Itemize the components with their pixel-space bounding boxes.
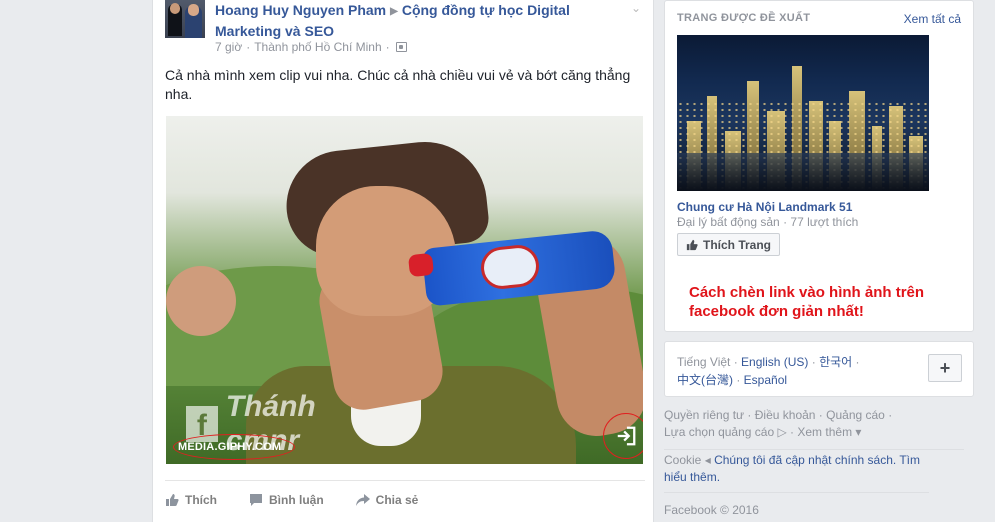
footer-links: Quyền riêng tư · Điều khoản · Quảng cáo … [664,407,964,450]
suggested-page-subtitle: Đại lý bất động sản · 77 lượt thích [677,215,859,229]
share-button[interactable]: Chia sẻ [355,488,418,512]
feed-post: Hoang Huy Nguyen Pham ▶ Cộng đồng tự học D… [152,0,654,522]
comment-button[interactable]: Bình luận [249,488,324,512]
language-list: Tiếng Việt · English (US) · 한국어 · 中文(台灣)… [677,355,860,387]
cookie-notice: Cookie ◂ Chúng tôi đã cập nhật chính sác… [664,452,929,493]
open-link-button[interactable] [603,413,643,459]
post-options-chevron-icon[interactable]: ⌄ [631,1,641,15]
language-current: Tiếng Việt [677,355,731,369]
language-korean[interactable]: 한국어 [819,355,852,369]
language-spanish[interactable]: Español [744,373,787,387]
thumbs-up-icon [166,494,179,506]
suggested-heading: TRANG ĐƯỢC ĐỀ XUẤT [677,12,811,24]
audience-icon[interactable] [395,42,407,52]
annotation-text: Cách chèn link vào hình ảnh trên faceboo… [689,284,925,320]
post-actions: Thích Bình luận Chia sẻ [165,480,645,512]
thumbs-up-icon [686,239,698,250]
author-avatar[interactable] [165,0,205,38]
ad-choices-link[interactable]: Lựa chọn quảng cáo [664,425,774,439]
suggested-page-name[interactable]: Chung cư Hà Nội Landmark 51 [677,200,852,214]
see-all-link[interactable]: Xem tất cả [904,12,961,26]
open-link-icon [617,426,636,446]
copyright: Facebook © 2016 [664,503,759,517]
gif-source-label[interactable]: MEDIA.GIPHY.COM [178,441,281,453]
suggested-pages-card: TRANG ĐƯỢC ĐỀ XUẤT Xem tất cả Chung cư H… [664,0,974,332]
caret-down-icon: ▾ [855,425,862,439]
privacy-link[interactable]: Quyền riêng tư [664,408,744,422]
post-meta: 7 giờ · Thành phố Hồ Chí Minh · [215,40,407,54]
terms-link[interactable]: Điều khoản [755,408,816,422]
language-card: Tiếng Việt · English (US) · 한국어 · 中文(台灣)… [664,341,974,397]
comment-icon [250,494,262,506]
hand-shape [166,266,236,336]
language-english[interactable]: English (US) [741,355,808,369]
more-languages-button[interactable]: + [928,354,962,382]
post-gif[interactable]: f Thánh cmnr MEDIA.GIPHY.COM [166,116,643,464]
cookie-link[interactable]: Cookie [664,453,701,467]
like-page-button[interactable]: Thích Trang [677,233,781,256]
like-button[interactable]: Thích [165,488,217,512]
language-chinese[interactable]: 中文(台灣) [677,373,733,387]
triangle-right-icon: ▶ [390,6,398,17]
cookie-notice-text: Chúng tôi đã cập nhật chính sách. [714,453,897,467]
author-name[interactable]: Hoang Huy Nguyen Pham [215,2,386,18]
suggested-page-image[interactable] [677,35,929,191]
share-arrow-icon [355,494,370,506]
triangle-left-icon: ◂ [704,453,711,467]
post-text: Cả nhà mình xem clip vui nha. Chúc cả nh… [165,67,631,102]
ads-link[interactable]: Quảng cáo [826,408,885,422]
more-link[interactable]: Xem thêm [797,425,852,439]
post-header: Hoang Huy Nguyen Pham ▶ Cộng đồng tự học D… [215,1,625,41]
ad-choices-icon: ▷ [777,425,787,439]
post-time[interactable]: 7 giờ [215,40,242,54]
post-location[interactable]: Thành phố Hồ Chí Minh [254,40,381,54]
